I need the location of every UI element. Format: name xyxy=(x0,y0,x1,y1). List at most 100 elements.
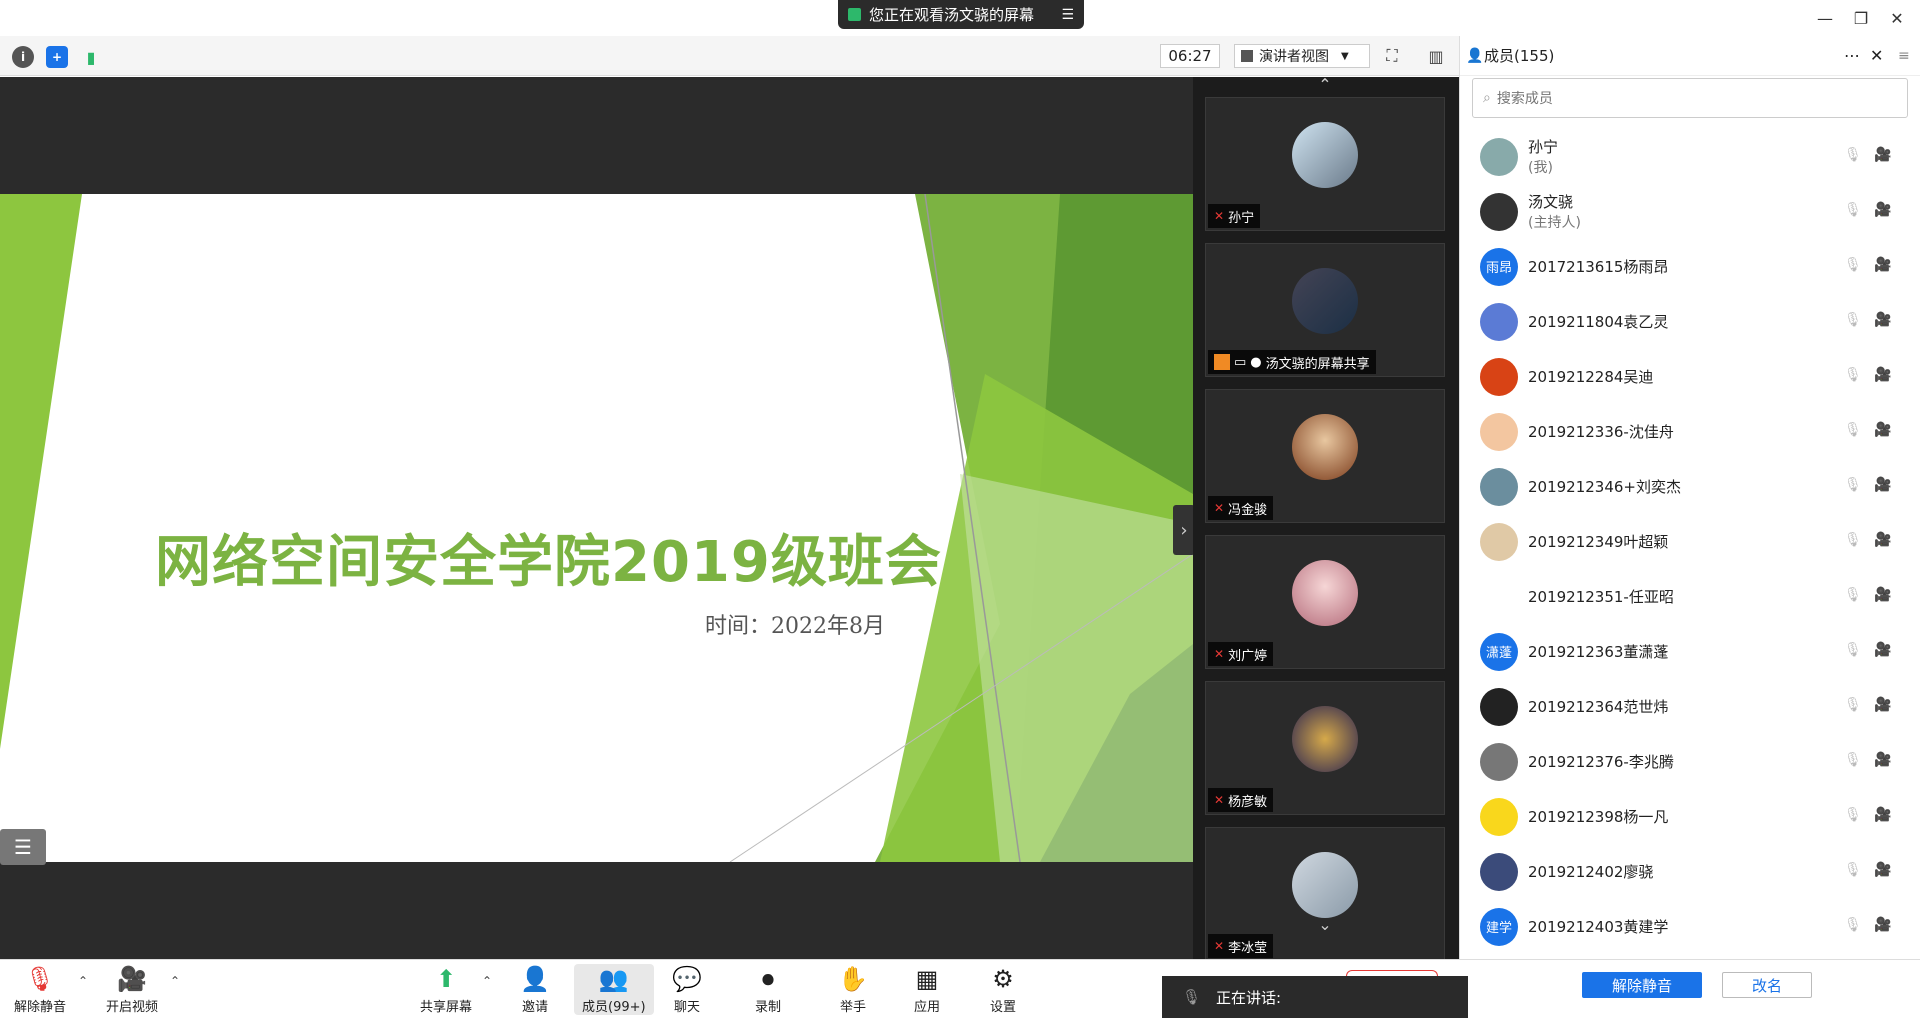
video-off-icon[interactable]: 🎥 xyxy=(1874,367,1891,383)
member-row[interactable]: 潇蓬 2019212363董潇蓬 🎙 🎥 xyxy=(1460,624,1920,679)
member-name: 汤文骁 (主持人) xyxy=(1528,193,1581,231)
panel-unmute-button[interactable]: 解除静音 xyxy=(1582,972,1702,998)
fullscreen-icon[interactable]: ⛶ xyxy=(1380,45,1404,67)
video-off-icon[interactable]: 🎥 xyxy=(1874,257,1891,273)
search-input[interactable] xyxy=(1496,90,1877,106)
video-off-icon[interactable]: 🎥 xyxy=(1874,697,1891,713)
mic-muted-icon[interactable]: 🎙 xyxy=(1844,697,1862,713)
member-row[interactable]: 2019212351-任亚昭 🎙 🎥 xyxy=(1460,569,1920,624)
raise-hand-button[interactable]: ✋ 举手 xyxy=(838,964,868,1015)
unmute-button[interactable]: 🎙 解除静音 xyxy=(14,964,66,1015)
info-icon[interactable]: i xyxy=(12,46,34,68)
video-off-icon[interactable]: 🎥 xyxy=(1874,312,1891,328)
video-off-icon[interactable]: 🎥 xyxy=(1874,147,1891,163)
mic-muted-icon[interactable]: 🎙 xyxy=(1844,312,1862,328)
mic-muted-icon[interactable]: 🎙 xyxy=(1844,917,1862,933)
member-row[interactable]: 2019212402廖骁 🎙 🎥 xyxy=(1460,844,1920,899)
rename-button[interactable]: 改名 xyxy=(1722,972,1812,998)
member-row[interactable]: 孙宁 (我) 🎙 🎥 xyxy=(1460,129,1920,184)
video-tile[interactable]: ▭ ● 汤文骁的屏幕共享 xyxy=(1205,243,1445,377)
video-strip: ⌃ ✕ 孙宁 ▭ ● 汤文骁的屏幕共享 ✕ 冯金骏 ✕ 刘广婷 ✕ 杨彦敏 ✕ 李冰莹 ⌄ xyxy=(1193,75,1459,961)
video-off-icon[interactable]: 🎥 xyxy=(1874,642,1891,658)
video-off-icon[interactable]: 🎥 xyxy=(1874,477,1891,493)
video-off-icon[interactable]: 🎥 xyxy=(1874,752,1891,768)
restore-icon[interactable]: ❐ xyxy=(1846,6,1876,30)
video-off-icon[interactable]: 🎥 xyxy=(1874,532,1891,548)
video-tile[interactable]: ✕ 孙宁 xyxy=(1205,97,1445,231)
close-panel-icon[interactable]: ✕ xyxy=(1870,46,1883,65)
mic-muted-icon[interactable]: 🎙 xyxy=(1844,202,1862,218)
video-off-icon[interactable]: 🎥 xyxy=(1874,202,1891,218)
video-tile[interactable]: ✕ 冯金骏 xyxy=(1205,389,1445,523)
avatar xyxy=(1480,852,1518,891)
members-button[interactable]: 👥 成员(99+) xyxy=(574,964,654,1015)
video-name-tag: ▭ ● 汤文骁的屏幕共享 xyxy=(1208,350,1376,374)
member-panel: 👤 成员(155) ⋯ ✕ ≡ ⌕ 孙宁(我) 🎙 🎥 汤文骁(主持人) 🎙 🎥 雨昂 201… xyxy=(1459,36,1920,959)
mic-muted-icon[interactable]: 🎙 xyxy=(1844,147,1862,163)
signal-icon[interactable]: ▮ xyxy=(80,46,102,68)
shield-icon[interactable]: + xyxy=(46,46,68,68)
mic-muted-icon: 🎙 xyxy=(1182,988,1202,1006)
screen-share-banner[interactable]: 您正在观看汤文骁的屏幕 ☰ xyxy=(838,0,1084,29)
settings-button[interactable]: ⚙ 设置 xyxy=(990,964,1016,1015)
list-icon[interactable]: ☰ xyxy=(0,829,46,865)
member-row[interactable]: 2019212349叶超颖 🎙 🎥 xyxy=(1460,514,1920,569)
member-row[interactable]: 2019212398杨一凡 🎙 🎥 xyxy=(1460,789,1920,844)
mic-muted-icon[interactable]: 🎙 xyxy=(1844,752,1862,768)
strip-up-icon[interactable]: ⌃ xyxy=(1305,75,1345,94)
chevron-up-icon[interactable]: ⌃ xyxy=(482,974,492,988)
strip-down-icon[interactable]: ⌄ xyxy=(1305,915,1345,934)
member-row[interactable]: 2019212364范世炜 🎙 🎥 xyxy=(1460,679,1920,734)
member-search[interactable]: ⌕ xyxy=(1472,78,1908,118)
apps-button[interactable]: ▦ 应用 xyxy=(914,964,940,1015)
mic-muted-icon[interactable]: 🎙 xyxy=(1844,422,1862,438)
video-name-tag: ✕ 刘广婷 xyxy=(1208,642,1274,666)
banner-menu-icon[interactable]: ☰ xyxy=(1061,7,1074,23)
video-off-icon[interactable]: 🎥 xyxy=(1874,587,1891,603)
panel-menu-icon[interactable]: ≡ xyxy=(1898,48,1910,64)
member-row[interactable]: 2019212376-李兆腾 🎙 🎥 xyxy=(1460,734,1920,789)
mic-muted-icon[interactable]: 🎙 xyxy=(1844,642,1862,658)
record-button[interactable]: ⏺ 录制 xyxy=(755,964,781,1015)
video-tile[interactable]: ✕ 杨彦敏 xyxy=(1205,681,1445,815)
avatar xyxy=(1292,560,1358,626)
mic-muted-icon[interactable]: 🎙 xyxy=(1844,257,1862,273)
chevron-up-icon[interactable]: ⌃ xyxy=(170,974,180,988)
member-row[interactable]: 汤文骁 (主持人) 🎙 🎥 xyxy=(1460,184,1920,239)
member-name: 孙宁 (我) xyxy=(1528,138,1559,176)
avatar xyxy=(1480,577,1518,616)
collapse-strip-icon[interactable]: › xyxy=(1173,505,1195,555)
close-window-icon[interactable]: ✕ xyxy=(1882,6,1912,30)
mic-muted-icon[interactable]: 🎙 xyxy=(1844,862,1862,878)
view-mode-dropdown[interactable]: 演讲者视图 ▼ xyxy=(1234,44,1370,68)
member-row[interactable]: 雨昂 2017213615杨雨昂 🎙 🎥 xyxy=(1460,239,1920,294)
avatar: 雨昂 xyxy=(1480,247,1518,286)
sidebar-toggle-icon[interactable]: ▥ xyxy=(1424,45,1448,67)
member-row[interactable]: 2019212284吴迪 🎙 🎥 xyxy=(1460,349,1920,404)
minimize-icon[interactable]: — xyxy=(1810,6,1840,30)
start-video-button[interactable]: 🎥 开启视频 xyxy=(106,964,158,1015)
video-tile[interactable]: ✕ 刘广婷 xyxy=(1205,535,1445,669)
meeting-toolbar: i + ▮ 06:27 演讲者视图 ▼ ⛶ ▥ xyxy=(0,36,1459,76)
invite-button[interactable]: 👤 邀请 xyxy=(520,964,550,1015)
member-row[interactable]: 2019212336-沈佳舟 🎙 🎥 xyxy=(1460,404,1920,459)
video-off-icon[interactable]: 🎥 xyxy=(1874,862,1891,878)
video-off-icon[interactable]: 🎥 xyxy=(1874,422,1891,438)
video-off-icon[interactable]: 🎥 xyxy=(1874,807,1891,823)
video-off-icon[interactable]: 🎥 xyxy=(1874,917,1891,933)
member-row[interactable]: 2019212346+刘奕杰 🎙 🎥 xyxy=(1460,459,1920,514)
member-name: 2019211804袁乙灵 xyxy=(1528,313,1669,331)
share-screen-button[interactable]: ⬆ 共享屏幕 xyxy=(420,964,472,1015)
video-name-tag: ✕ 杨彦敏 xyxy=(1208,788,1274,812)
chat-button[interactable]: 💬 聊天 xyxy=(672,964,702,1015)
mic-muted-icon[interactable]: 🎙 xyxy=(1844,367,1862,383)
mic-muted-icon[interactable]: 🎙 xyxy=(1844,587,1862,603)
mic-muted-icon[interactable]: 🎙 xyxy=(1844,477,1862,493)
member-row[interactable]: 建学 2019212403黄建学 🎙 🎥 xyxy=(1460,899,1920,954)
chevron-up-icon[interactable]: ⌃ xyxy=(78,974,88,988)
mic-muted-icon[interactable]: 🎙 xyxy=(1844,532,1862,548)
mic-muted-icon[interactable]: 🎙 xyxy=(1844,807,1862,823)
more-options-icon[interactable]: ⋯ xyxy=(1844,46,1860,65)
video-tile[interactable]: ✕ 李冰莹 xyxy=(1205,827,1445,961)
member-row[interactable]: 2019211804袁乙灵 🎙 🎥 xyxy=(1460,294,1920,349)
